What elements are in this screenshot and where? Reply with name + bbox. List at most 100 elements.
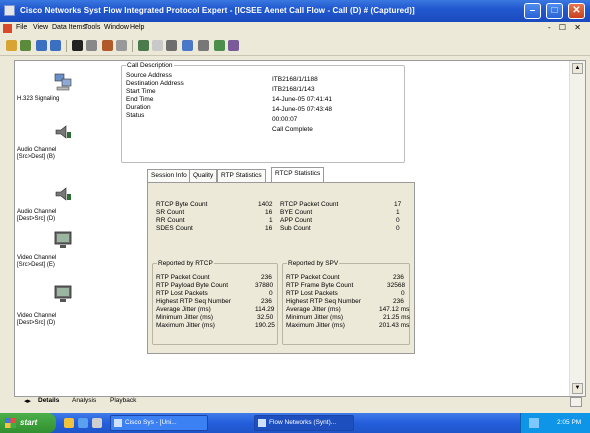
- menu-window[interactable]: Window: [104, 24, 129, 31]
- field-value: 1402: [258, 201, 273, 208]
- save-icon[interactable]: [20, 40, 31, 51]
- nav-item-audio-src-dest[interactable]: Audio Channel [Src>Dest] (B): [15, 121, 107, 177]
- menu-tools[interactable]: Tools: [84, 24, 100, 31]
- field-value: 236: [393, 298, 404, 305]
- title-bar: Cisco Networks Syst Flow Integrated Prot…: [0, 0, 590, 22]
- nav-item-video-dest-src[interactable]: Video Channel [Dest>Src] (D): [15, 283, 107, 341]
- toolbar: [0, 36, 590, 56]
- start-button[interactable]: start: [0, 413, 56, 433]
- menu-view[interactable]: View: [33, 24, 48, 31]
- field-label: End Time: [126, 96, 154, 103]
- speaker-icon: [55, 125, 71, 139]
- tab-rtp-statistics[interactable]: RTP Statistics: [217, 169, 266, 182]
- vertical-scrollbar[interactable]: ▲ ▼: [569, 61, 585, 396]
- taskbar-button-label: Flow Networks (Synt)...: [269, 419, 337, 426]
- field-value: 14-June-05 07:43:48: [272, 106, 332, 113]
- field-value: 147.12 ms: [379, 306, 410, 313]
- nav-label: H.323 Signaling: [17, 96, 60, 102]
- settings-icon[interactable]: [198, 40, 209, 51]
- nav-item-video-src-dest[interactable]: Video Channel [Src>Dest] (E): [15, 229, 107, 287]
- forward-icon[interactable]: [50, 40, 61, 51]
- help-icon[interactable]: [228, 40, 239, 51]
- field-label: RTP Packet Count: [156, 274, 210, 281]
- tab-nav-arrows[interactable]: ◂▸: [24, 397, 31, 405]
- system-tray: 2:05 PM: [520, 413, 590, 433]
- maximize-button[interactable]: □: [546, 3, 563, 19]
- grid-icon[interactable]: [182, 40, 193, 51]
- field-label: RTP Frame Byte Count: [286, 282, 354, 289]
- taskbar-button-app-2[interactable]: Flow Networks (Synt)...: [254, 415, 354, 431]
- field-value: 32568: [387, 282, 406, 289]
- back-icon[interactable]: [36, 40, 47, 51]
- tab-rtcp-statistics[interactable]: RTCP Statistics: [271, 167, 325, 182]
- field-value: 1: [396, 209, 400, 216]
- tab-details[interactable]: Details: [38, 397, 59, 404]
- network-computer-icon: [54, 73, 72, 91]
- tab-analysis[interactable]: Analysis: [72, 397, 96, 404]
- child-window-controls[interactable]: - ☐ ✕: [548, 23, 584, 32]
- tab-quality[interactable]: Quality: [189, 169, 218, 182]
- field-value: 14-June-05 07:41:41: [272, 96, 332, 103]
- field-value: 236: [261, 298, 272, 305]
- detail-pane: Call Description Source Address ITB2168/…: [107, 61, 569, 396]
- windows-flag-icon: [5, 418, 16, 428]
- field-value: 37880: [255, 282, 274, 289]
- start-label: start: [20, 418, 38, 427]
- network-tray-icon[interactable]: [529, 418, 539, 428]
- clock[interactable]: 2:05 PM: [557, 419, 581, 426]
- taskbar-button-app-1[interactable]: Cisco Sys - [Uni...: [110, 415, 208, 431]
- field-label: RTCP Byte Count: [156, 201, 208, 208]
- table-icon[interactable]: [166, 40, 177, 51]
- scroll-down-icon[interactable]: ▼: [572, 383, 583, 394]
- refresh-icon[interactable]: [214, 40, 225, 51]
- nav-item-h323-signaling[interactable]: H.323 Signaling: [15, 71, 107, 126]
- horizontal-scroll-button[interactable]: [570, 397, 582, 407]
- document-icon[interactable]: [3, 24, 12, 33]
- chart-icon[interactable]: [138, 40, 149, 51]
- app-window-icon: [114, 419, 122, 427]
- tab-session-info[interactable]: Session Info: [147, 169, 191, 182]
- tab-playback[interactable]: Playback: [110, 397, 136, 404]
- close-button[interactable]: ✕: [568, 3, 585, 19]
- field-label: RTP Lost Packets: [286, 290, 338, 297]
- monitor-icon: [54, 231, 72, 248]
- open-icon[interactable]: [6, 40, 17, 51]
- quick-launch-folder-icon[interactable]: [64, 418, 74, 428]
- field-label: Highest RTP Seq Number: [286, 298, 361, 305]
- field-label: RR Count: [156, 217, 185, 224]
- field-value: 0: [401, 290, 405, 297]
- field-value: 0: [396, 217, 400, 224]
- group-legend: Reported by RTCP: [157, 260, 214, 267]
- field-value: Call Complete: [272, 126, 313, 133]
- menu-bar: File View Data Items Tools Window Help -…: [0, 22, 590, 36]
- rtcp-statistics-panel: RTCP Byte Count 1402 SR Count 16 RR Coun…: [147, 182, 415, 354]
- field-label: Start Time: [126, 88, 156, 95]
- field-label: Status: [126, 112, 145, 119]
- toolbar-separator: [132, 40, 133, 52]
- menu-file[interactable]: File: [16, 24, 27, 31]
- field-value: 0: [396, 225, 400, 232]
- scroll-up-icon[interactable]: ▲: [572, 63, 583, 74]
- menu-data-items[interactable]: Data Items: [52, 24, 86, 31]
- minimize-button[interactable]: –: [524, 3, 541, 19]
- field-value: 00:00:07: [272, 116, 298, 123]
- zoom-icon[interactable]: [116, 40, 127, 51]
- menu-help[interactable]: Help: [130, 24, 144, 31]
- sheet-tabs: ◂▸ Details Analysis Playback: [14, 397, 586, 408]
- group-legend: Reported by SPV: [287, 260, 340, 267]
- field-value: 32.50: [257, 314, 274, 321]
- stop-icon[interactable]: [72, 40, 83, 51]
- quick-launch-desktop-icon[interactable]: [92, 418, 102, 428]
- field-label: SR Count: [156, 209, 185, 216]
- field-label: BYE Count: [280, 209, 313, 216]
- reported-by-rtcp-group: Reported by RTCP RTP Packet Count 236 RT…: [152, 260, 278, 345]
- field-value: 16: [265, 225, 273, 232]
- field-label: Duration: [126, 104, 151, 111]
- group-legend: Call Description: [126, 62, 174, 69]
- blank-icon[interactable]: [152, 40, 163, 51]
- field-value: 17: [394, 201, 402, 208]
- filter-icon[interactable]: [102, 40, 113, 51]
- field-value: 236: [261, 274, 272, 281]
- quick-launch-ie-icon[interactable]: [78, 418, 88, 428]
- dropdown-icon[interactable]: [86, 40, 97, 51]
